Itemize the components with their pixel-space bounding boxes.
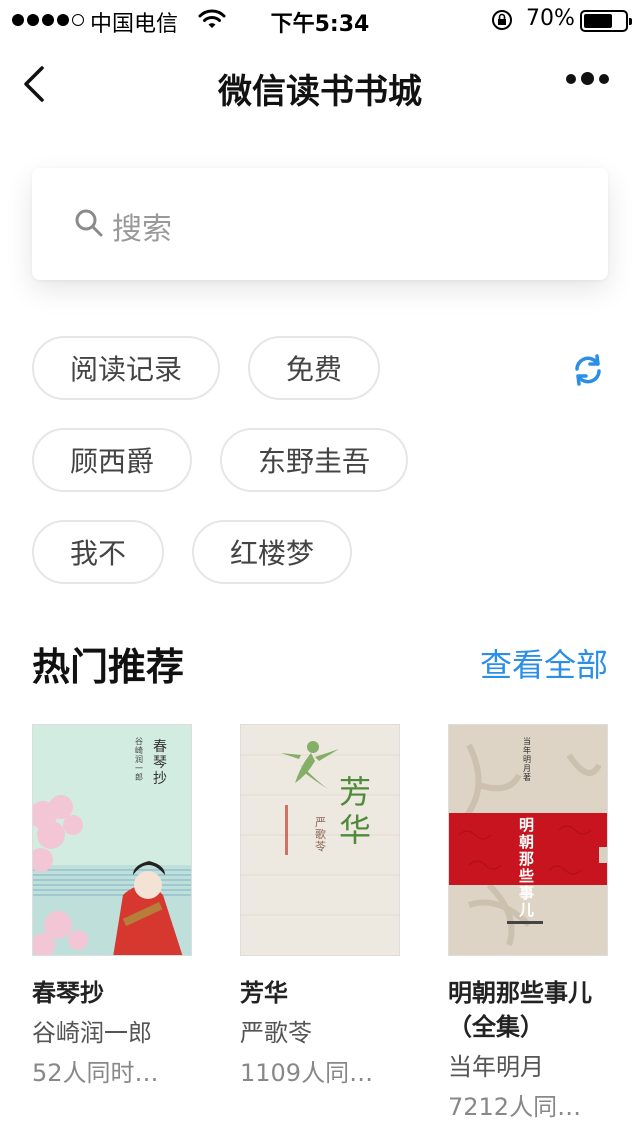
book-readers: 1109人同时在读: [240, 1059, 390, 1087]
battery-icon: [580, 10, 632, 32]
page-title: 微信读书书城: [218, 72, 422, 112]
search-input[interactable]: 搜索: [32, 168, 608, 280]
cover-author: 谷崎润一郎: [135, 737, 143, 782]
battery-percent: 70%: [526, 6, 575, 31]
cover-title: 芳华: [339, 773, 372, 849]
book-author: 谷崎润一郎: [32, 1019, 152, 1047]
book-card[interactable]: 芳华 严歌苓 芳华 严歌苓 1109人同时在读: [240, 724, 400, 1090]
book-card[interactable]: 明朝那些事儿 当年明月著 明朝那些事儿（全集） 当年明月 7212人同时在读: [448, 724, 608, 1124]
book-cover: 明朝那些事儿 当年明月著: [448, 724, 608, 956]
book-cover: 春琴抄 谷崎润一郎: [32, 724, 192, 956]
book-readers: 52人同时在读: [32, 1059, 182, 1087]
tag-author-guxijue[interactable]: 顾西爵: [32, 428, 192, 492]
tag-author-higashino[interactable]: 东野圭吾: [220, 428, 408, 492]
tag-reading-history[interactable]: 阅读记录: [32, 336, 220, 400]
search-icon: [75, 209, 103, 237]
search-placeholder: 搜索: [112, 212, 172, 247]
status-bar: 中国电信 下午5:34 70%: [0, 0, 640, 40]
tag-free[interactable]: 免费: [248, 336, 380, 400]
book-author: 严歌苓: [240, 1019, 312, 1047]
cover-author: 当年明月著: [523, 737, 531, 782]
book-title: 春琴抄: [32, 979, 104, 1007]
see-all-link[interactable]: 查看全部: [480, 640, 608, 686]
book-title: 明朝那些事儿（全集）: [448, 979, 592, 1041]
book-card[interactable]: 春琴抄 谷崎润一郎 春琴抄 谷崎润一郎 52人同时在读: [32, 724, 192, 1090]
refresh-icon[interactable]: [570, 352, 606, 388]
rotation-lock-icon: [492, 10, 512, 30]
section-title-hot: 热门推荐: [32, 645, 185, 689]
book-cover: 芳华 严歌苓: [240, 724, 400, 956]
cover-author: 严歌苓: [315, 816, 326, 853]
tag-hongloumeng[interactable]: 红楼梦: [192, 520, 352, 584]
cover-title: 春琴抄: [153, 739, 167, 787]
book-title: 芳华: [240, 979, 288, 1007]
tag-wobu[interactable]: 我不: [32, 520, 164, 584]
book-author: 当年明月: [448, 1053, 544, 1081]
nav-bar: 微信读书书城: [0, 40, 640, 128]
cover-title: 明朝那些事儿: [519, 816, 535, 919]
book-readers: 7212人同时在读: [448, 1093, 598, 1121]
more-options-icon[interactable]: [566, 72, 609, 85]
